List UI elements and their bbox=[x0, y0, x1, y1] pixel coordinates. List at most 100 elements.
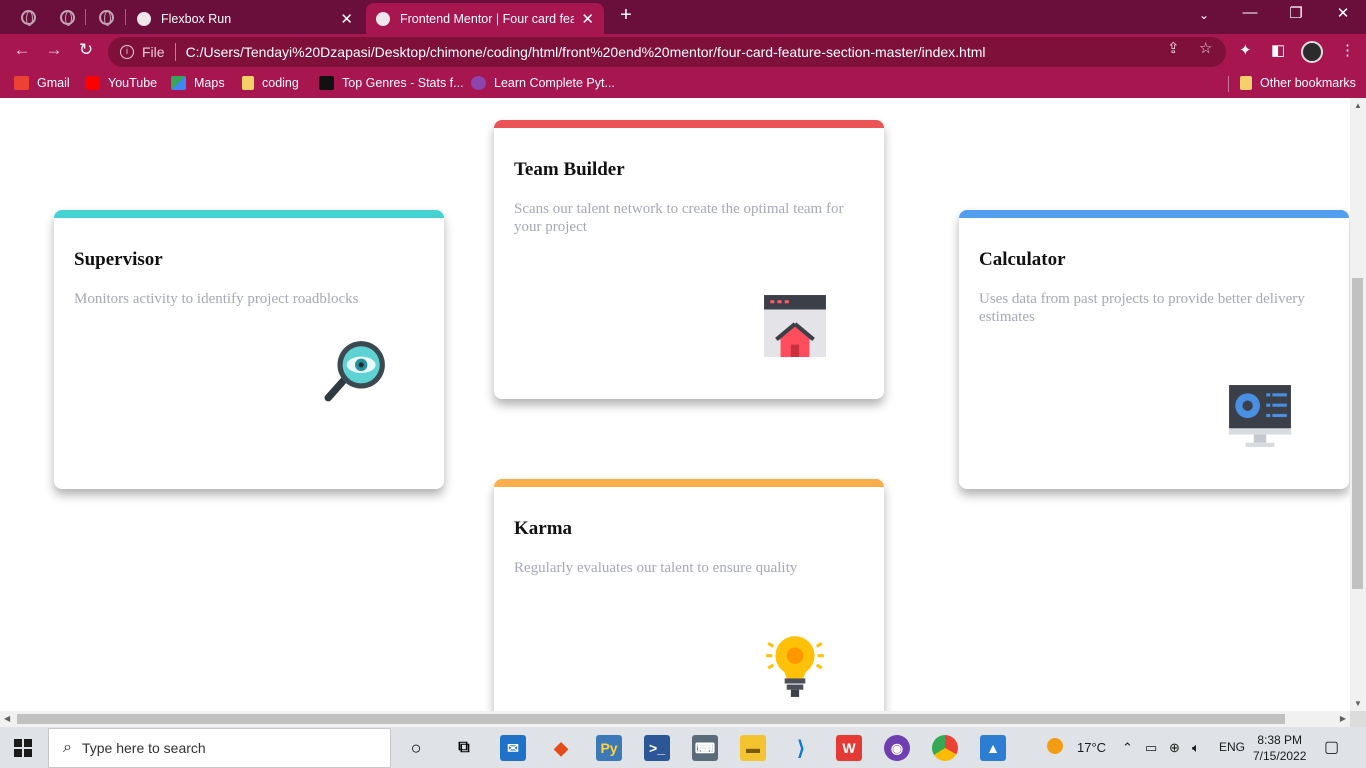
search-icon: ⌕ bbox=[63, 739, 72, 756]
globe-icon bbox=[59, 9, 75, 26]
pinned-tab-3[interactable] bbox=[91, 5, 121, 29]
volume-icon[interactable]: 🔈︎ bbox=[1192, 740, 1200, 756]
forward-arrow-icon[interactable]: → bbox=[42, 40, 66, 60]
page-viewport: Supervisor Monitors activity to identify… bbox=[0, 98, 1350, 711]
bookmark-youtube[interactable]: YouTube bbox=[85, 76, 157, 90]
side-panel-icon[interactable]: ◧ bbox=[1271, 41, 1285, 59]
pinned-tab-1[interactable] bbox=[13, 5, 43, 29]
scroll-right-arrow-icon[interactable]: ▶ bbox=[1340, 714, 1346, 723]
magnifier-eye-icon bbox=[324, 341, 385, 402]
card-calculator: Calculator Uses data from past projects … bbox=[959, 210, 1349, 489]
weather-sun-icon[interactable] bbox=[1047, 738, 1063, 754]
cortana-icon[interactable]: ○ bbox=[403, 735, 429, 761]
minimize-icon[interactable]: — bbox=[1227, 4, 1273, 21]
python-icon[interactable]: Py bbox=[596, 735, 622, 761]
language-indicator[interactable]: ENG bbox=[1219, 740, 1245, 754]
maps-icon bbox=[171, 76, 186, 90]
card-karma: Karma Regularly evaluates our talent to … bbox=[494, 479, 884, 711]
vertical-scroll-thumb[interactable] bbox=[1352, 278, 1363, 589]
wps-office-icon[interactable]: W bbox=[836, 735, 862, 761]
keyboard-app-icon[interactable]: ⌨ bbox=[692, 735, 718, 761]
share-icon[interactable]: ⇪ bbox=[1167, 39, 1180, 57]
close-tab-icon[interactable]: ✕ bbox=[340, 10, 353, 28]
bookmarks-divider bbox=[1228, 76, 1229, 92]
task-view-icon[interactable]: ⧉ bbox=[451, 735, 477, 761]
bookmark-maps[interactable]: Maps bbox=[171, 76, 225, 90]
gmail-icon bbox=[14, 76, 29, 90]
folder-icon bbox=[1240, 76, 1252, 90]
card-accent-bar bbox=[494, 120, 884, 128]
scroll-down-arrow-icon[interactable]: ▼ bbox=[1354, 699, 1362, 708]
mail-icon[interactable]: ✉ bbox=[500, 735, 526, 761]
reload-icon[interactable]: ↻ bbox=[74, 40, 98, 60]
tab-separator bbox=[125, 9, 126, 25]
windows-taskbar: ⌕ Type here to search ○ ⧉ ✉ ◆ Py >_ ⌨ ▬ … bbox=[0, 727, 1366, 768]
photos-icon[interactable]: ▲ bbox=[980, 735, 1006, 761]
monitor-chart-icon bbox=[1229, 385, 1291, 447]
vertical-scrollbar[interactable]: ▲ ▼ bbox=[1350, 98, 1366, 711]
clock-time: 8:38 PM bbox=[1257, 733, 1303, 747]
system-clock[interactable]: 8:38 PM 7/15/2022 bbox=[1253, 732, 1306, 764]
globe-icon bbox=[98, 9, 114, 26]
scroll-left-arrow-icon[interactable]: ◀ bbox=[4, 714, 10, 723]
folder-icon bbox=[242, 76, 254, 90]
other-bookmarks-label: Other bookmarks bbox=[1260, 76, 1356, 90]
tab-search-chevron-icon[interactable]: ⌄ bbox=[1181, 8, 1227, 22]
bookmark-top-genres[interactable]: Top Genres - Stats f... bbox=[319, 76, 464, 90]
browser-tab-strip: Flexbox Run ✕ Frontend Mentor | Four car… bbox=[0, 0, 1366, 34]
powershell-icon[interactable]: >_ bbox=[644, 735, 670, 761]
card-description: Scans our talent network to create the o… bbox=[514, 201, 844, 235]
vscode-icon[interactable]: ⟩ bbox=[788, 735, 814, 761]
tab-separator bbox=[85, 9, 86, 25]
tab-frontend-mentor[interactable]: Frontend Mentor | Four card feature sect… bbox=[366, 3, 604, 34]
search-placeholder: Type here to search bbox=[81, 740, 206, 756]
bookmark-label: Learn Complete Pyt... bbox=[494, 76, 615, 90]
close-tab-icon[interactable]: ✕ bbox=[581, 10, 594, 28]
card-description: Regularly evaluates our talent to ensure… bbox=[514, 560, 798, 576]
browser-house-icon bbox=[764, 295, 826, 357]
card-description: Uses data from past projects to provide … bbox=[979, 291, 1305, 325]
git-icon[interactable]: ◆ bbox=[548, 735, 574, 761]
bookmark-gmail[interactable]: Gmail bbox=[14, 76, 70, 90]
extensions-puzzle-icon[interactable]: ✦ bbox=[1239, 41, 1252, 59]
weather-temperature[interactable]: 17°C bbox=[1077, 740, 1106, 755]
scrollbar-corner bbox=[1350, 711, 1366, 727]
tab-title: Frontend Mentor | Four card feature sect… bbox=[400, 11, 574, 26]
horizontal-scrollbar[interactable]: ◀ ▶ bbox=[0, 711, 1350, 727]
close-window-icon[interactable]: ✕ bbox=[1320, 4, 1366, 22]
lightbulb-icon bbox=[766, 636, 824, 697]
clock-date: 7/15/2022 bbox=[1253, 749, 1307, 763]
card-description: Monitors activity to identify project ro… bbox=[74, 291, 359, 307]
pinned-tab-2[interactable] bbox=[52, 5, 82, 29]
bookmark-coding[interactable]: coding bbox=[242, 76, 299, 90]
github-icon[interactable]: ◉ bbox=[884, 735, 910, 761]
bookmark-star-icon[interactable]: ☆ bbox=[1199, 39, 1212, 57]
profile-avatar[interactable] bbox=[1301, 41, 1323, 63]
windows-start-icon[interactable] bbox=[14, 739, 32, 757]
tab-flexbox-run[interactable]: Flexbox Run ✕ bbox=[127, 3, 363, 34]
bookmark-learn-python[interactable]: Learn Complete Pyt... bbox=[471, 76, 615, 90]
notifications-icon[interactable]: ▢ bbox=[1324, 737, 1339, 757]
file-explorer-icon[interactable]: ▬ bbox=[740, 735, 766, 761]
taskbar-search-input[interactable]: ⌕ Type here to search bbox=[48, 728, 391, 768]
other-bookmarks[interactable]: Other bookmarks bbox=[1240, 76, 1356, 90]
bookmark-label: Maps bbox=[194, 76, 225, 90]
bookmark-label: Gmail bbox=[37, 76, 70, 90]
restore-icon[interactable]: ❐ bbox=[1273, 4, 1319, 22]
horizontal-scroll-thumb[interactable] bbox=[17, 714, 1285, 724]
url-text[interactable]: C:/Users/Tendayi%20Dzapasi/Desktop/chimo… bbox=[186, 44, 986, 60]
chrome-icon[interactable] bbox=[932, 735, 958, 761]
new-tab-button[interactable]: + bbox=[616, 4, 636, 27]
network-globe-icon[interactable]: ⊕ bbox=[1169, 740, 1180, 756]
tray-chevron-up-icon[interactable]: ⌃ bbox=[1122, 740, 1133, 756]
card-accent-bar bbox=[959, 210, 1349, 218]
battery-icon[interactable]: ▭ bbox=[1145, 740, 1157, 756]
youtube-icon bbox=[85, 76, 100, 90]
card-supervisor: Supervisor Monitors activity to identify… bbox=[54, 210, 444, 489]
back-arrow-icon[interactable]: ← bbox=[10, 40, 34, 60]
menu-kebab-icon[interactable]: ⋮ bbox=[1340, 41, 1355, 59]
scroll-up-arrow-icon[interactable]: ▲ bbox=[1354, 101, 1362, 110]
address-bar[interactable]: i File C:/Users/Tendayi%20Dzapasi/Deskto… bbox=[108, 37, 1226, 67]
card-title: Supervisor bbox=[74, 249, 163, 270]
info-icon[interactable]: i bbox=[120, 45, 134, 59]
